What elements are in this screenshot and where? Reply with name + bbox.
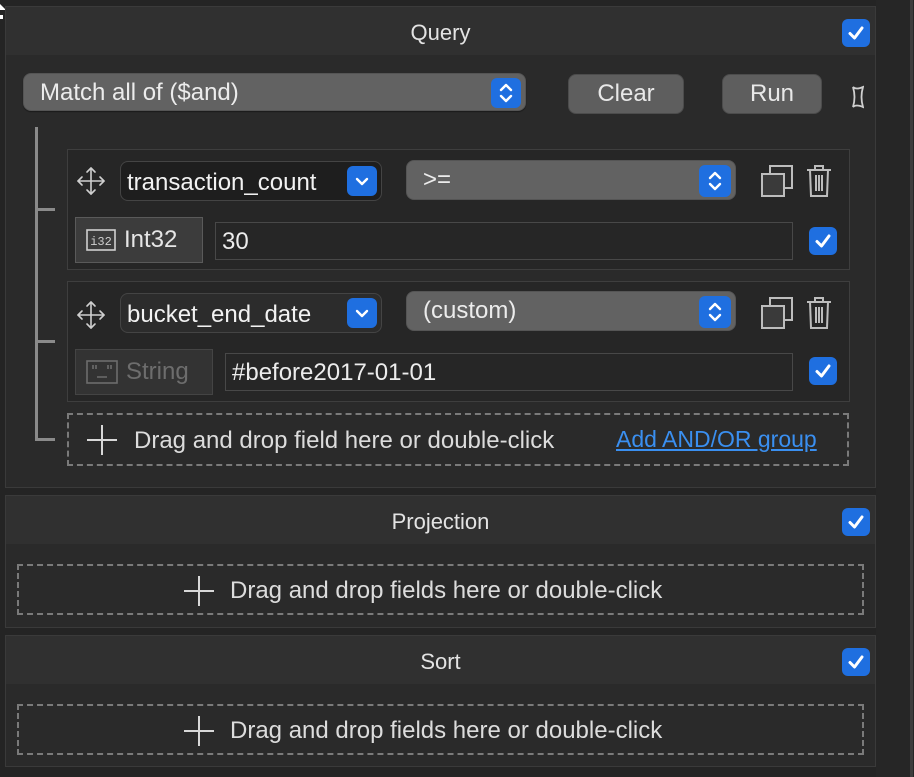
right-side-strip [876,0,914,777]
up-down-arrows-icon [699,296,731,328]
query-panel-header: Query [6,7,875,55]
projection-field-dropzone[interactable]: Drag and drop fields here or double-clic… [17,564,864,615]
value-input[interactable] [225,353,793,391]
value-input[interactable] [215,222,793,260]
operator-value: >= [423,166,452,193]
condition-row: bucket_end_date (custom) String #before2… [67,281,850,402]
trash-icon[interactable] [806,296,832,330]
checkmark-icon [815,364,831,378]
duplicate-icon[interactable] [760,296,794,330]
sort-panel-header: Sort [6,636,875,684]
plus-icon [87,425,117,455]
type-label: String [126,358,189,385]
match-mode-select[interactable]: Match all of ($and) [23,73,526,111]
projection-enabled-checkbox[interactable] [842,508,870,536]
condition-enabled-checkbox[interactable] [809,227,837,255]
checkmark-icon [848,26,864,40]
chevron-down-icon [347,298,377,328]
up-down-arrows-icon [491,78,521,108]
type-label: Int32 [124,226,178,253]
move-handle-icon[interactable] [76,300,106,330]
projection-panel-header: Projection [6,496,875,544]
tree-connector-branch [35,340,55,343]
field-select[interactable]: bucket_end_date [120,293,382,333]
sort-enabled-checkbox[interactable] [842,648,870,676]
plus-icon [184,576,214,606]
svg-text:i32: i32 [90,235,112,249]
checkmark-icon [848,515,864,529]
checkmark-icon [848,655,864,669]
operator-select[interactable]: (custom) [406,291,736,331]
sort-panel: Sort Drag and drop fields here or double… [5,635,876,767]
query-enabled-checkbox[interactable] [842,19,870,47]
move-handle-icon[interactable] [76,166,106,196]
dropzone-text: Drag and drop fields here or double-clic… [230,577,663,604]
match-mode-value: Match all of ($and) [40,79,239,106]
tree-connector-branch [35,208,55,211]
vertical-divider [910,0,913,777]
tree-connector-branch [35,438,55,441]
query-panel-title: Query [410,20,471,45]
field-name: bucket_end_date [127,301,312,328]
projection-panel: Projection Drag and drop fields here or … [5,495,876,628]
clear-button[interactable]: Clear [568,74,684,114]
up-down-arrows-icon [699,165,731,197]
field-name: transaction_count [127,169,317,196]
projection-panel-title: Projection [391,509,490,534]
tree-connector-vertical [35,127,38,441]
checkmark-icon [815,234,831,248]
sort-field-dropzone[interactable]: Drag and drop fields here or double-clic… [17,704,864,755]
type-badge-string: String [75,349,213,395]
run-button[interactable]: Run [722,74,822,114]
add-and-or-group-link[interactable]: Add AND/OR group [616,426,817,453]
operator-value: (custom) [423,297,517,324]
operator-select[interactable]: >= [406,160,736,200]
duplicate-icon[interactable] [760,164,794,198]
type-badge-int32[interactable]: i32 Int32 [75,217,203,263]
dropzone-text: Drag and drop field here or double-click [134,427,555,454]
plus-icon [184,716,214,746]
query-panel: Query Match all of ($and) Clear Run tran… [5,6,876,488]
string-icon [86,360,118,384]
sort-panel-title: Sort [420,649,461,674]
condition-row: transaction_count >= i32 Int32 30 [67,149,850,270]
value-input-field[interactable] [226,354,792,390]
condition-enabled-checkbox[interactable] [809,357,837,385]
chevron-down-icon [347,166,377,196]
query-field-dropzone[interactable]: Drag and drop field here or double-click… [67,413,849,466]
trash-icon[interactable] [806,164,832,198]
value-input-field[interactable] [216,223,792,259]
int32-icon: i32 [86,229,116,251]
scroll-icon[interactable] [852,85,864,109]
dropzone-text: Drag and drop fields here or double-clic… [230,717,663,744]
field-select[interactable]: transaction_count [120,161,382,201]
